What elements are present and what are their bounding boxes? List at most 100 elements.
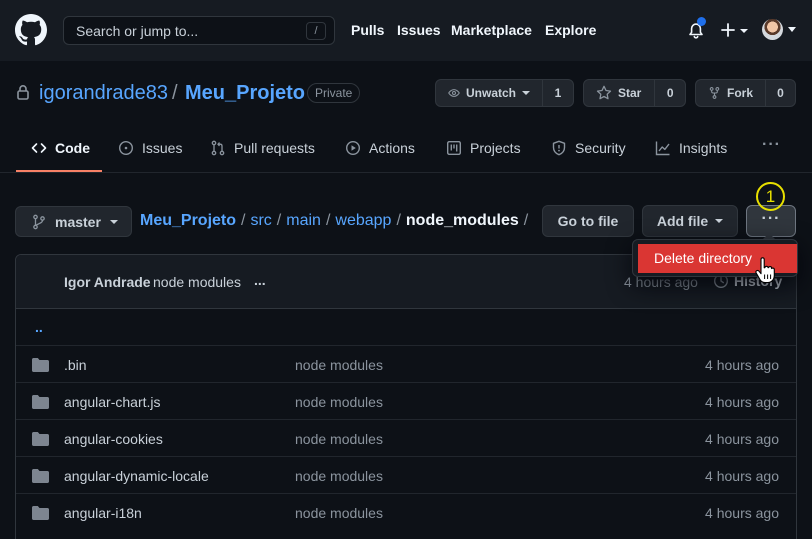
file-commit-message[interactable]: node modules — [295, 357, 383, 373]
table-row[interactable]: angular-dynamic-locale node modules 4 ho… — [16, 456, 796, 493]
tabs-more-button[interactable]: ··· — [762, 136, 782, 160]
file-commit-message[interactable]: node modules — [295, 505, 383, 521]
nav-marketplace[interactable]: Marketplace — [451, 22, 532, 38]
breadcrumb-webapp[interactable]: webapp — [335, 212, 391, 229]
tab-actions[interactable]: Actions — [345, 124, 415, 172]
commit-author[interactable]: Igor Andrade — [64, 274, 151, 290]
breadcrumb-src[interactable]: src — [250, 212, 271, 229]
tab-insights-label: Insights — [679, 140, 728, 156]
chevron-down-icon — [788, 27, 796, 32]
file-name[interactable]: angular-dynamic-locale — [64, 468, 209, 484]
repo-tabs: Code Issues Pull requests Actions Projec… — [0, 124, 812, 173]
parent-directory-row[interactable]: .. — [16, 309, 796, 345]
hand-pointer-cursor-icon — [755, 257, 775, 284]
file-name[interactable]: .bin — [64, 357, 87, 373]
create-new-icon[interactable] — [720, 20, 750, 40]
add-file-label: Add file — [656, 213, 709, 229]
tab-pull-requests[interactable]: Pull requests — [210, 124, 315, 172]
repo-separator: / — [172, 82, 178, 104]
tab-projects-label: Projects — [470, 140, 521, 156]
breadcrumb: Meu_Projeto / src / main / webapp / node_modules… — [140, 212, 533, 230]
breadcrumb-separator: / — [396, 212, 401, 229]
table-row[interactable]: angular-cookies node modules 4 hours ago — [16, 419, 796, 456]
tab-insights[interactable]: Insights — [655, 124, 727, 172]
step-marker: 1 — [756, 182, 785, 211]
tab-actions-label: Actions — [369, 140, 415, 156]
shield-icon — [552, 140, 566, 156]
folder-icon — [32, 432, 49, 446]
file-name[interactable]: angular-i18n — [64, 505, 142, 521]
nav-issues[interactable]: Issues — [397, 22, 441, 38]
file-age: 4 hours ago — [705, 394, 779, 410]
lock-icon — [17, 85, 29, 100]
branch-icon — [33, 214, 45, 229]
breadcrumb-main[interactable]: main — [286, 212, 321, 229]
notification-indicator — [697, 17, 706, 26]
issue-icon — [118, 140, 134, 156]
eye-icon — [448, 89, 460, 97]
active-tab-indicator — [16, 170, 102, 172]
stars-count[interactable]: 0 — [655, 80, 685, 106]
nav-pulls[interactable]: Pulls — [351, 22, 384, 38]
breadcrumb-separator: / — [276, 212, 282, 229]
tab-issues[interactable]: Issues — [118, 124, 182, 172]
folder-icon — [32, 469, 49, 483]
folder-icon — [32, 358, 49, 372]
breadcrumb-current-folder: node_modules — [405, 212, 519, 229]
breadcrumb-repo[interactable]: Meu_Projeto — [140, 212, 236, 229]
file-name[interactable]: angular-chart.js — [64, 394, 161, 410]
file-age: 4 hours ago — [705, 468, 779, 484]
tab-code[interactable]: Code — [31, 124, 90, 172]
search-placeholder: Search or jump to... — [76, 23, 199, 39]
star-button-group: Star 0 — [583, 79, 686, 107]
tab-issues-label: Issues — [142, 140, 183, 156]
forks-count[interactable]: 0 — [766, 80, 795, 106]
avatar — [762, 19, 783, 40]
fork-label: Fork — [726, 86, 753, 100]
top-header: Search or jump to... / Pulls Issues Mark… — [0, 0, 812, 61]
search-shortcut-key: / — [306, 22, 326, 40]
branch-selector[interactable]: master — [15, 206, 132, 237]
unwatch-button-group: Unwatch 1 — [435, 79, 574, 107]
chevron-down-icon — [109, 219, 118, 224]
file-commit-message[interactable]: node modules — [295, 468, 383, 484]
table-row[interactable]: angular-chart.js node modules 4 hours ag… — [16, 382, 796, 419]
branch-name: master — [55, 213, 101, 230]
tab-projects[interactable]: Projects — [446, 124, 521, 172]
table-row[interactable]: angular-i18n node modules 4 hours ago — [16, 493, 796, 530]
star-label: Star — [618, 86, 642, 100]
fork-button-group: Fork 0 — [695, 79, 796, 107]
nav-explore[interactable]: Explore — [545, 22, 596, 38]
chevron-down-icon — [715, 219, 724, 223]
project-icon — [447, 141, 462, 156]
go-to-file-button[interactable]: Go to file — [542, 205, 634, 237]
repo-owner-link[interactable]: igorandrade83 — [39, 82, 168, 105]
github-logo-icon[interactable] — [15, 14, 47, 46]
user-menu[interactable] — [762, 19, 798, 41]
search-input[interactable]: Search or jump to... / — [63, 16, 335, 45]
unwatch-label: Unwatch — [465, 86, 516, 100]
star-button[interactable]: Star — [584, 80, 656, 106]
breadcrumb-separator: / — [241, 212, 246, 229]
fork-button[interactable]: Fork — [696, 80, 766, 106]
graph-icon — [655, 141, 670, 156]
unwatch-button[interactable]: Unwatch — [436, 80, 543, 106]
tab-security[interactable]: Security — [551, 124, 626, 172]
file-name[interactable]: angular-cookies — [64, 431, 163, 447]
parent-directory-link[interactable]: .. — [35, 319, 43, 335]
tab-code-label: Code — [55, 140, 90, 156]
watchers-count[interactable]: 1 — [543, 80, 573, 106]
file-commit-message[interactable]: node modules — [295, 431, 383, 447]
file-list: Igor Andrade node modules ... 4 hours ag… — [15, 254, 797, 539]
file-age: 4 hours ago — [705, 431, 779, 447]
breadcrumb-separator: / — [325, 212, 331, 229]
breadcrumb-separator: / — [523, 212, 529, 229]
commit-expand-button[interactable]: ... — [254, 272, 266, 288]
file-age: 4 hours ago — [705, 357, 779, 373]
repo-name-link[interactable]: Meu_Projeto — [185, 82, 305, 105]
add-file-button[interactable]: Add file — [642, 205, 738, 237]
tab-security-label: Security — [575, 140, 626, 156]
file-commit-message[interactable]: node modules — [295, 394, 383, 410]
commit-message[interactable]: node modules — [153, 274, 241, 290]
table-row[interactable]: .bin node modules 4 hours ago — [16, 345, 796, 382]
